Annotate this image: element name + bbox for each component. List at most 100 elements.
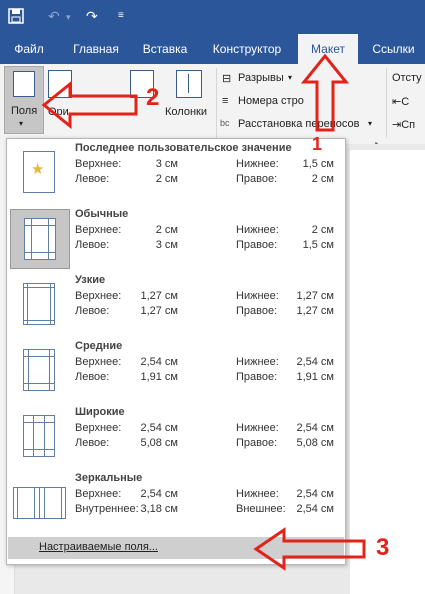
margin-preview xyxy=(10,407,68,465)
ribbon-separator xyxy=(216,68,217,138)
label-bottom: Нижнее: xyxy=(236,488,279,500)
margin-preview xyxy=(10,473,68,531)
star-icon: ★ xyxy=(31,161,45,178)
title-bar: ↶ ▾ ↷ ≡ xyxy=(0,0,425,34)
value-bottom: 2 см xyxy=(311,224,334,236)
label-right: Правое: xyxy=(236,437,278,449)
label-top: Верхнее: xyxy=(75,422,122,434)
hyphenation-icon: bc xyxy=(220,118,230,128)
margins-icon xyxy=(13,71,35,97)
preset-title: Обычные xyxy=(75,208,129,220)
value-bottom: 1,5 см xyxy=(302,158,334,170)
value-bottom: 1,27 см xyxy=(296,290,334,302)
value-right: 5,08 см xyxy=(296,437,334,449)
label-inside: Внутреннее: xyxy=(75,503,139,515)
value-left: 2 см xyxy=(155,173,178,185)
margin-preset-moderate[interactable]: Средние Верхнее: 2,54 см Нижнее: 2,54 см… xyxy=(8,337,344,399)
margin-preview xyxy=(10,341,68,399)
tab-home[interactable]: Главная xyxy=(62,34,130,64)
label-bottom: Нижнее: xyxy=(236,356,279,368)
label-left: Левое: xyxy=(75,371,110,383)
margin-preset-mirrored[interactable]: Зеркальные Верхнее: 2,54 см Нижнее: 2,54… xyxy=(8,469,344,531)
label-right: Правое: xyxy=(236,371,278,383)
value-right: 1,5 см xyxy=(302,239,334,251)
margin-preset-last-custom[interactable]: ★ Последнее пользовательское значение Ве… xyxy=(8,139,344,201)
value-inside: 3,18 см xyxy=(140,503,178,515)
margin-preset-narrow[interactable]: Узкие Верхнее: 1,27 см Нижнее: 1,27 см Л… xyxy=(8,271,344,333)
margins-button[interactable]: Поля ▾ xyxy=(4,66,44,134)
preset-title: Широкие xyxy=(75,406,125,418)
ribbon-tabs: Файл Главная Вставка Конструктор Макет С… xyxy=(0,34,425,64)
label-top: Верхнее: xyxy=(75,290,122,302)
label-right: Правое: xyxy=(236,173,278,185)
preset-title: Узкие xyxy=(75,274,106,286)
chevron-down-icon: ▾ xyxy=(19,119,24,128)
margin-preview xyxy=(10,209,70,269)
label-top: Верхнее: xyxy=(75,356,122,368)
label-top: Верхнее: xyxy=(75,158,122,170)
value-right: 1,91 см xyxy=(296,371,334,383)
label-bottom: Нижнее: xyxy=(236,158,279,170)
label-left: Левое: xyxy=(75,173,110,185)
value-left: 3 см xyxy=(155,239,178,251)
label-right: Правое: xyxy=(236,305,278,317)
value-bottom: 2,54 см xyxy=(296,488,334,500)
value-left: 5,08 см xyxy=(140,437,178,449)
columns-label[interactable]: Колонки xyxy=(165,106,207,118)
value-outside: 2,54 см xyxy=(296,503,334,515)
preset-title: Средние xyxy=(75,340,123,352)
ribbon-separator xyxy=(386,68,387,138)
preset-title: Зеркальные xyxy=(75,472,143,484)
label-outside: Внешнее: xyxy=(236,503,286,515)
value-top: 2,54 см xyxy=(140,356,178,368)
breaks-icon: ⊟ xyxy=(222,73,232,85)
indent-left-icon[interactable]: ⇤С xyxy=(392,95,409,108)
indent-right-icon[interactable]: ⇥Сп xyxy=(392,118,415,131)
margin-preview xyxy=(10,275,68,333)
redo-icon[interactable]: ↷ xyxy=(86,8,98,25)
line-numbers-button[interactable]: Номера стро xyxy=(238,95,304,107)
tab-references[interactable]: Ссылки xyxy=(362,34,425,64)
label-top: Верхнее: xyxy=(75,488,122,500)
arrow-left-annotation xyxy=(253,527,366,571)
arrow-left-annotation xyxy=(41,80,138,130)
save-icon[interactable] xyxy=(8,8,24,27)
value-top: 2 см xyxy=(155,224,178,236)
value-top: 2,54 см xyxy=(140,422,178,434)
annotation-number-3: 3 xyxy=(376,534,390,561)
annotation-number-2: 2 xyxy=(146,84,160,111)
label-right: Правое: xyxy=(236,239,278,251)
chevron-down-icon: ▾ xyxy=(368,119,373,128)
undo-icon[interactable]: ↶ xyxy=(48,8,60,25)
tab-file[interactable]: Файл xyxy=(0,34,58,64)
customize-qat-icon[interactable]: ≡ xyxy=(118,10,124,21)
label-left: Левое: xyxy=(75,239,110,251)
value-top: 3 см xyxy=(155,158,178,170)
value-right: 2 см xyxy=(311,173,334,185)
margin-preset-wide[interactable]: Широкие Верхнее: 2,54 см Нижнее: 2,54 см… xyxy=(8,403,344,465)
value-bottom: 2,54 см xyxy=(296,422,334,434)
tab-insert[interactable]: Вставка xyxy=(134,34,196,64)
label-bottom: Нижнее: xyxy=(236,422,279,434)
arrow-up-annotation xyxy=(300,54,350,132)
value-left: 1,91 см xyxy=(140,371,178,383)
value-left: 1,27 см xyxy=(140,305,178,317)
label-top: Верхнее: xyxy=(75,224,122,236)
chevron-down-icon: ▾ xyxy=(288,73,293,82)
label-bottom: Нижнее: xyxy=(236,224,279,236)
value-top: 1,27 см xyxy=(140,290,178,302)
margin-preset-normal[interactable]: Обычные Верхнее: 2 см Нижнее: 2 см Левое… xyxy=(8,205,344,269)
indent-label: Отсту xyxy=(392,72,422,84)
margins-dropdown: ★ Последнее пользовательское значение Ве… xyxy=(6,138,346,565)
undo-dropdown-icon[interactable]: ▾ xyxy=(66,12,71,23)
label-left: Левое: xyxy=(75,305,110,317)
columns-icon[interactable] xyxy=(176,70,202,98)
value-top: 2,54 см xyxy=(140,488,178,500)
tab-design[interactable]: Конструктор xyxy=(200,34,294,64)
breaks-button[interactable]: Разрывы xyxy=(238,72,284,84)
annotation-number-1: 1 xyxy=(312,134,323,154)
custom-margins-label: Настраиваемые поля... xyxy=(39,541,158,553)
label-bottom: Нижнее: xyxy=(236,290,279,302)
line-numbers-icon: ≡ xyxy=(222,95,229,107)
value-right: 1,27 см xyxy=(296,305,334,317)
